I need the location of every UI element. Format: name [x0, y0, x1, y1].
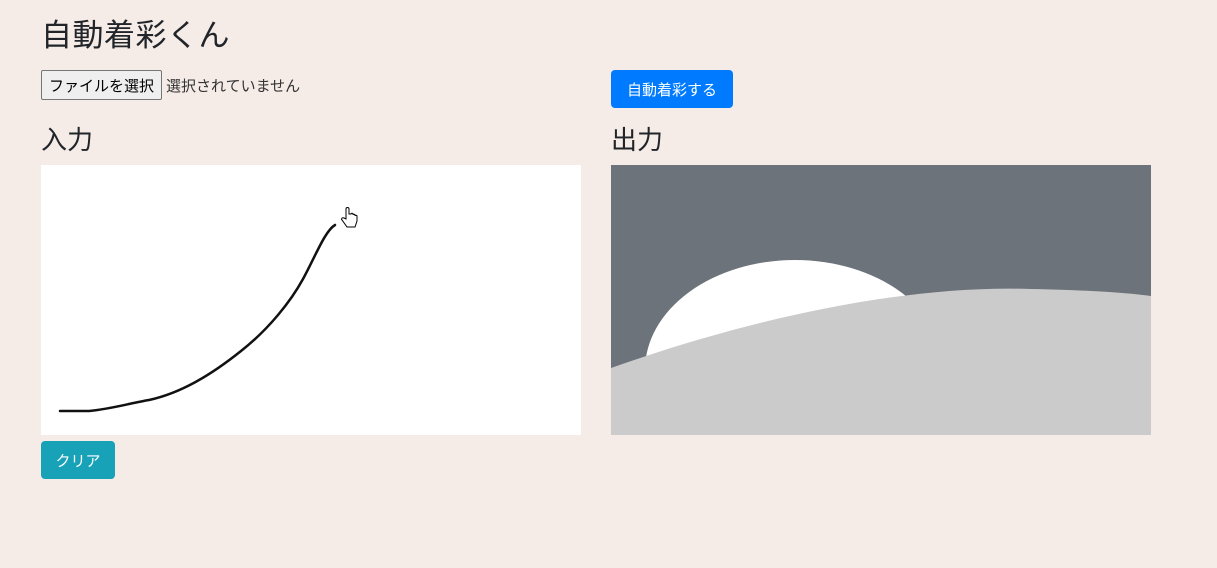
choose-file-button[interactable]: ファイルを選択 — [41, 70, 163, 100]
hand-pointer-icon — [341, 207, 358, 228]
output-heading: 出力 — [611, 126, 664, 156]
clear-button[interactable]: クリア — [41, 441, 115, 479]
colorize-button[interactable]: 自動着彩する — [611, 70, 733, 108]
output-canvas — [611, 165, 1151, 435]
file-input: ファイルを選択 選択されていません — [41, 70, 300, 100]
input-heading: 入力 — [41, 126, 94, 156]
input-drawing-canvas[interactable] — [41, 165, 581, 435]
app-root: 自動着彩くん ファイルを選択 選択されていません 自動着彩する 入力 出力 クリ… — [0, 0, 1217, 568]
drawn-stroke — [58, 223, 337, 413]
page-title: 自動着彩くん — [41, 18, 230, 54]
file-status-text: 選択されていません — [166, 76, 301, 95]
